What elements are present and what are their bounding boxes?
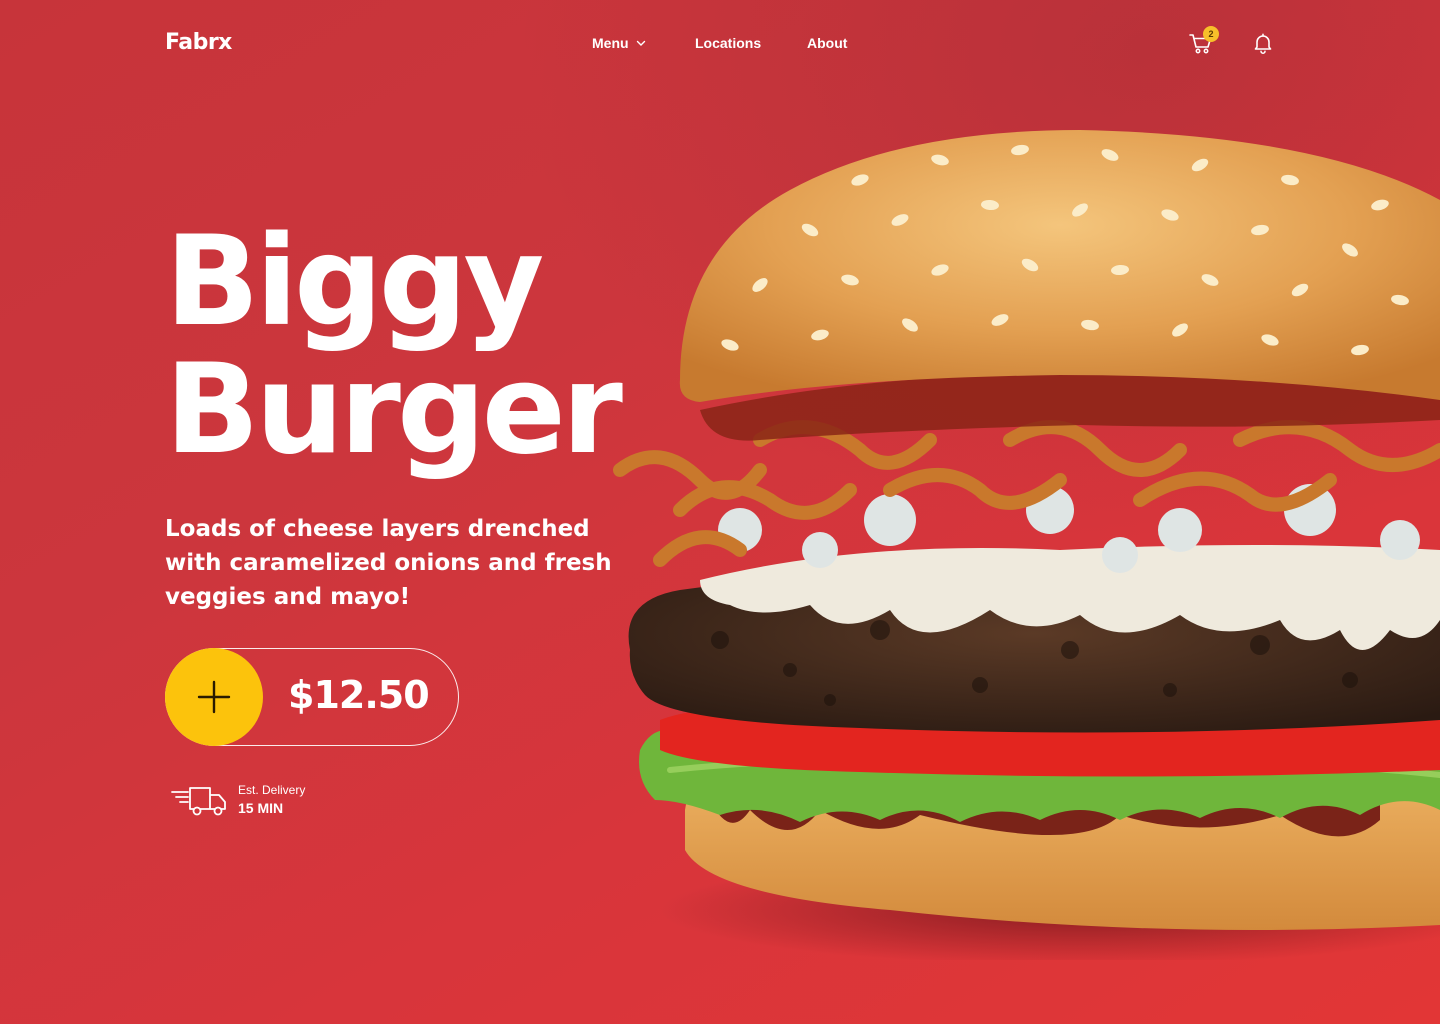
nav-about[interactable]: About [807, 35, 847, 51]
plus-icon [197, 680, 231, 714]
product-title-line2: Burger [165, 338, 623, 482]
top-bun [679, 130, 1440, 402]
nav-menu-label: Menu [592, 35, 629, 51]
add-to-cart-button[interactable] [165, 648, 263, 746]
cart-count-badge: 2 [1203, 26, 1219, 42]
chevron-down-icon [636, 40, 645, 46]
product-description: Loads of cheese layers drenched with car… [165, 516, 612, 610]
nav-menu[interactable]: Menu [592, 35, 646, 51]
product-title-line1: Biggy [165, 210, 544, 354]
bell-icon[interactable] [1252, 32, 1274, 54]
nav-about-label: About [807, 35, 848, 51]
product-price: $12.50 [288, 673, 430, 717]
delivery-truck-icon [171, 787, 226, 816]
main-nav: Menu Locations About [0, 35, 1440, 55]
nav-locations[interactable]: Locations [695, 35, 761, 51]
delivery-label: Est. Delivery [238, 783, 306, 797]
delivery-time: 15 MIN [238, 800, 284, 816]
nav-locations-label: Locations [695, 35, 762, 51]
product-title: Biggy Burger [165, 218, 725, 474]
